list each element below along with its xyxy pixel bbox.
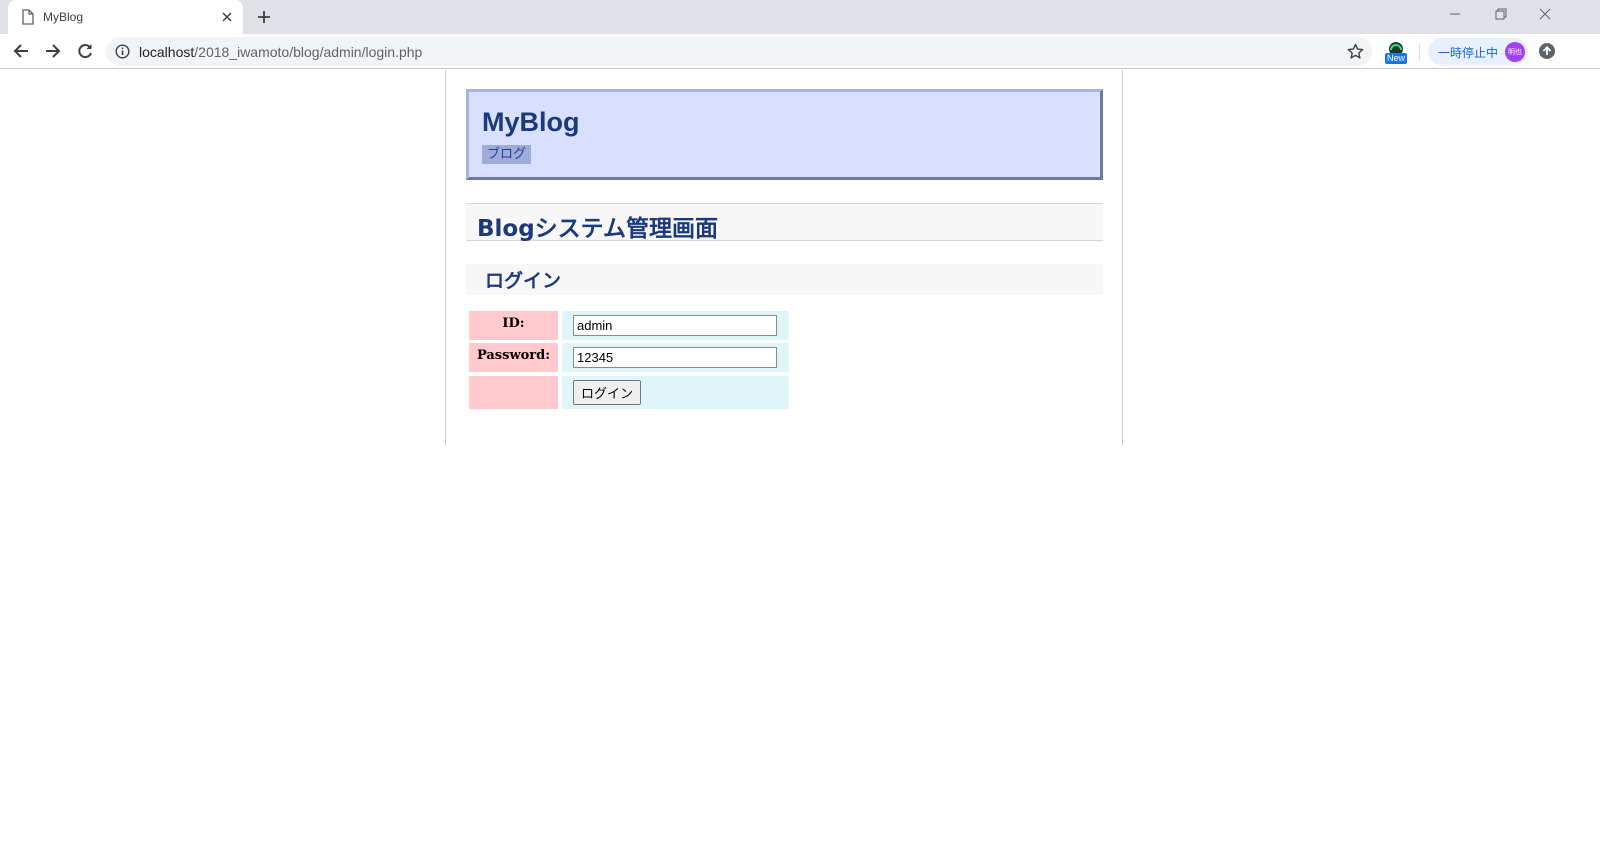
close-tab-icon[interactable]: [219, 9, 235, 25]
tab-title: MyBlog: [43, 10, 84, 24]
forward-arrow-icon[interactable]: [43, 41, 63, 61]
id-input[interactable]: [573, 315, 777, 336]
page-title: Blogシステム管理画面: [477, 216, 718, 242]
submit-label-cell: [469, 376, 558, 409]
update-icon[interactable]: [1538, 42, 1556, 60]
page-container: MyBlog ブログ Blogシステム管理画面 ログイン ID: Passwor…: [445, 70, 1123, 445]
document-icon: [22, 9, 34, 25]
profile-status: 一時停止中: [1438, 46, 1499, 60]
url-text: localhost/2018_iwamoto/blog/admin/login.…: [139, 44, 422, 60]
password-cell: [562, 343, 789, 372]
login-button[interactable]: ログイン: [573, 380, 642, 405]
password-label: Password:: [469, 343, 558, 372]
site-info-icon[interactable]: [115, 44, 130, 59]
site-header: MyBlog ブログ: [466, 89, 1103, 180]
toolbar-separator: [1419, 44, 1420, 60]
back-arrow-icon[interactable]: [11, 41, 31, 61]
login-heading: ログイン: [485, 270, 562, 292]
submit-cell: ログイン: [562, 376, 789, 409]
id-label: ID:: [469, 311, 558, 340]
site-title: MyBlog: [482, 107, 580, 137]
close-window-icon[interactable]: [1535, 6, 1555, 22]
new-tab-icon[interactable]: [255, 8, 273, 26]
id-cell: [562, 311, 789, 340]
tab-strip: MyBlog: [0, 0, 1600, 34]
address-bar[interactable]: localhost/2018_iwamoto/blog/admin/login.…: [106, 37, 1372, 66]
url-path: /2018_iwamoto/blog/admin/login.php: [194, 44, 423, 60]
login-heading-bar: ログイン: [466, 264, 1103, 295]
extension-new-badge: New: [1385, 53, 1408, 64]
admin-heading-bar: Blogシステム管理画面: [466, 203, 1103, 242]
reload-icon[interactable]: [75, 41, 95, 61]
nav-link-blog[interactable]: ブログ: [482, 145, 532, 164]
extension-button[interactable]: New: [1384, 40, 1410, 66]
bookmark-star-icon[interactable]: [1347, 43, 1364, 60]
minimize-icon[interactable]: [1445, 6, 1465, 22]
profile-button[interactable]: 一時停止中 明也: [1428, 38, 1528, 65]
avatar: 明也: [1505, 42, 1525, 62]
url-host: localhost: [139, 44, 195, 60]
browser-toolbar: localhost/2018_iwamoto/blog/admin/login.…: [0, 34, 1600, 69]
browser-tab[interactable]: MyBlog: [8, 0, 243, 34]
password-input[interactable]: [573, 347, 777, 368]
restore-icon[interactable]: [1490, 6, 1510, 22]
